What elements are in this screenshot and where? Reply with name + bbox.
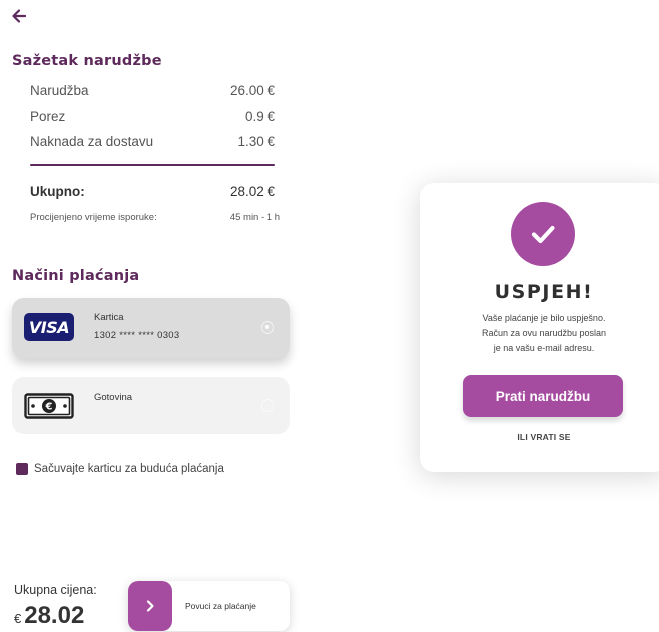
success-message-line: je na vašu e-mail adresu. xyxy=(493,343,595,353)
check-circle-icon xyxy=(511,202,575,266)
summary-row-label: Naknada za dostavu xyxy=(30,134,154,149)
card-radio[interactable] xyxy=(261,321,274,334)
success-dialog: USPJEH! Vaše plaćanje je bilo uspješno. … xyxy=(420,183,659,472)
currency-symbol: € xyxy=(14,611,22,626)
order-summary-title: Sažetak narudžbe xyxy=(12,53,162,69)
cash-option-title: Gotovina xyxy=(94,392,133,403)
payment-methods-title: Načini plaćanja xyxy=(12,268,140,284)
total-price: €28.02 xyxy=(14,602,84,630)
total-label: Ukupno: xyxy=(30,184,85,199)
save-card-label: Sačuvajte karticu za buduća plaćanja xyxy=(34,463,224,475)
slide-label: Povuci za plaćanje xyxy=(185,601,256,611)
total-price-label: Ukupna cijena: xyxy=(14,583,97,597)
summary-row-tax: Porez 0.9 € xyxy=(30,109,275,124)
summary-row-delivery: Naknada za dostavu 1.30 € xyxy=(30,134,275,149)
success-message-line: Račun za ovu narudžbu poslan xyxy=(481,328,607,338)
card-option-title: Kartica xyxy=(94,312,124,323)
slide-to-pay[interactable]: Povuci za plaćanje xyxy=(128,581,290,631)
summary-row-order: Narudžba 26.00 € xyxy=(30,83,275,98)
save-card-checkbox[interactable]: Sačuvajte karticu za buduća plaćanja xyxy=(16,463,224,475)
track-order-button[interactable]: Prati narudžbu xyxy=(463,375,623,417)
visa-logo: VISA xyxy=(24,313,74,341)
summary-row-label: Porez xyxy=(30,109,66,124)
summary-row-value: 26.00 € xyxy=(229,83,275,98)
arrow-left-icon xyxy=(12,9,27,23)
cash-radio[interactable] xyxy=(261,399,274,412)
total-value: 28.02 € xyxy=(229,184,275,199)
success-title: USPJEH! xyxy=(494,281,594,303)
banknote-euro-icon: € xyxy=(24,393,74,419)
summary-divider xyxy=(30,164,275,166)
success-message: Vaše plaćanje je bilo uspješno. Račun za… xyxy=(444,311,644,356)
summary-row-value: 1.30 € xyxy=(237,134,275,149)
summary-row-label: Narudžba xyxy=(30,83,89,98)
delivery-estimate: Procijenjeno vrijeme isporuke: 45 min - … xyxy=(30,212,280,223)
checkbox-checked-icon xyxy=(16,463,28,475)
slide-handle[interactable] xyxy=(128,581,172,631)
card-number: 1302 **** **** 0303 xyxy=(94,330,180,341)
total-price-amount: 28.02 xyxy=(24,602,85,629)
summary-total: Ukupno: 28.02 € xyxy=(30,184,275,199)
go-back-link[interactable]: ILI VRATI SE xyxy=(420,432,659,442)
chevron-right-icon xyxy=(146,600,154,612)
back-button[interactable] xyxy=(9,6,29,26)
eta-label: Procijenjeno vrijeme isporuke: xyxy=(30,212,157,223)
success-message-line: Vaše plaćanje je bilo uspješno. xyxy=(482,313,606,323)
payment-option-cash[interactable]: € Gotovina xyxy=(12,377,290,434)
eta-value: 45 min - 1 h xyxy=(229,212,280,223)
payment-option-card[interactable]: VISA Kartica 1302 **** **** 0303 xyxy=(12,298,290,358)
summary-row-value: 0.9 € xyxy=(244,109,275,124)
svg-text:€: € xyxy=(45,402,53,413)
